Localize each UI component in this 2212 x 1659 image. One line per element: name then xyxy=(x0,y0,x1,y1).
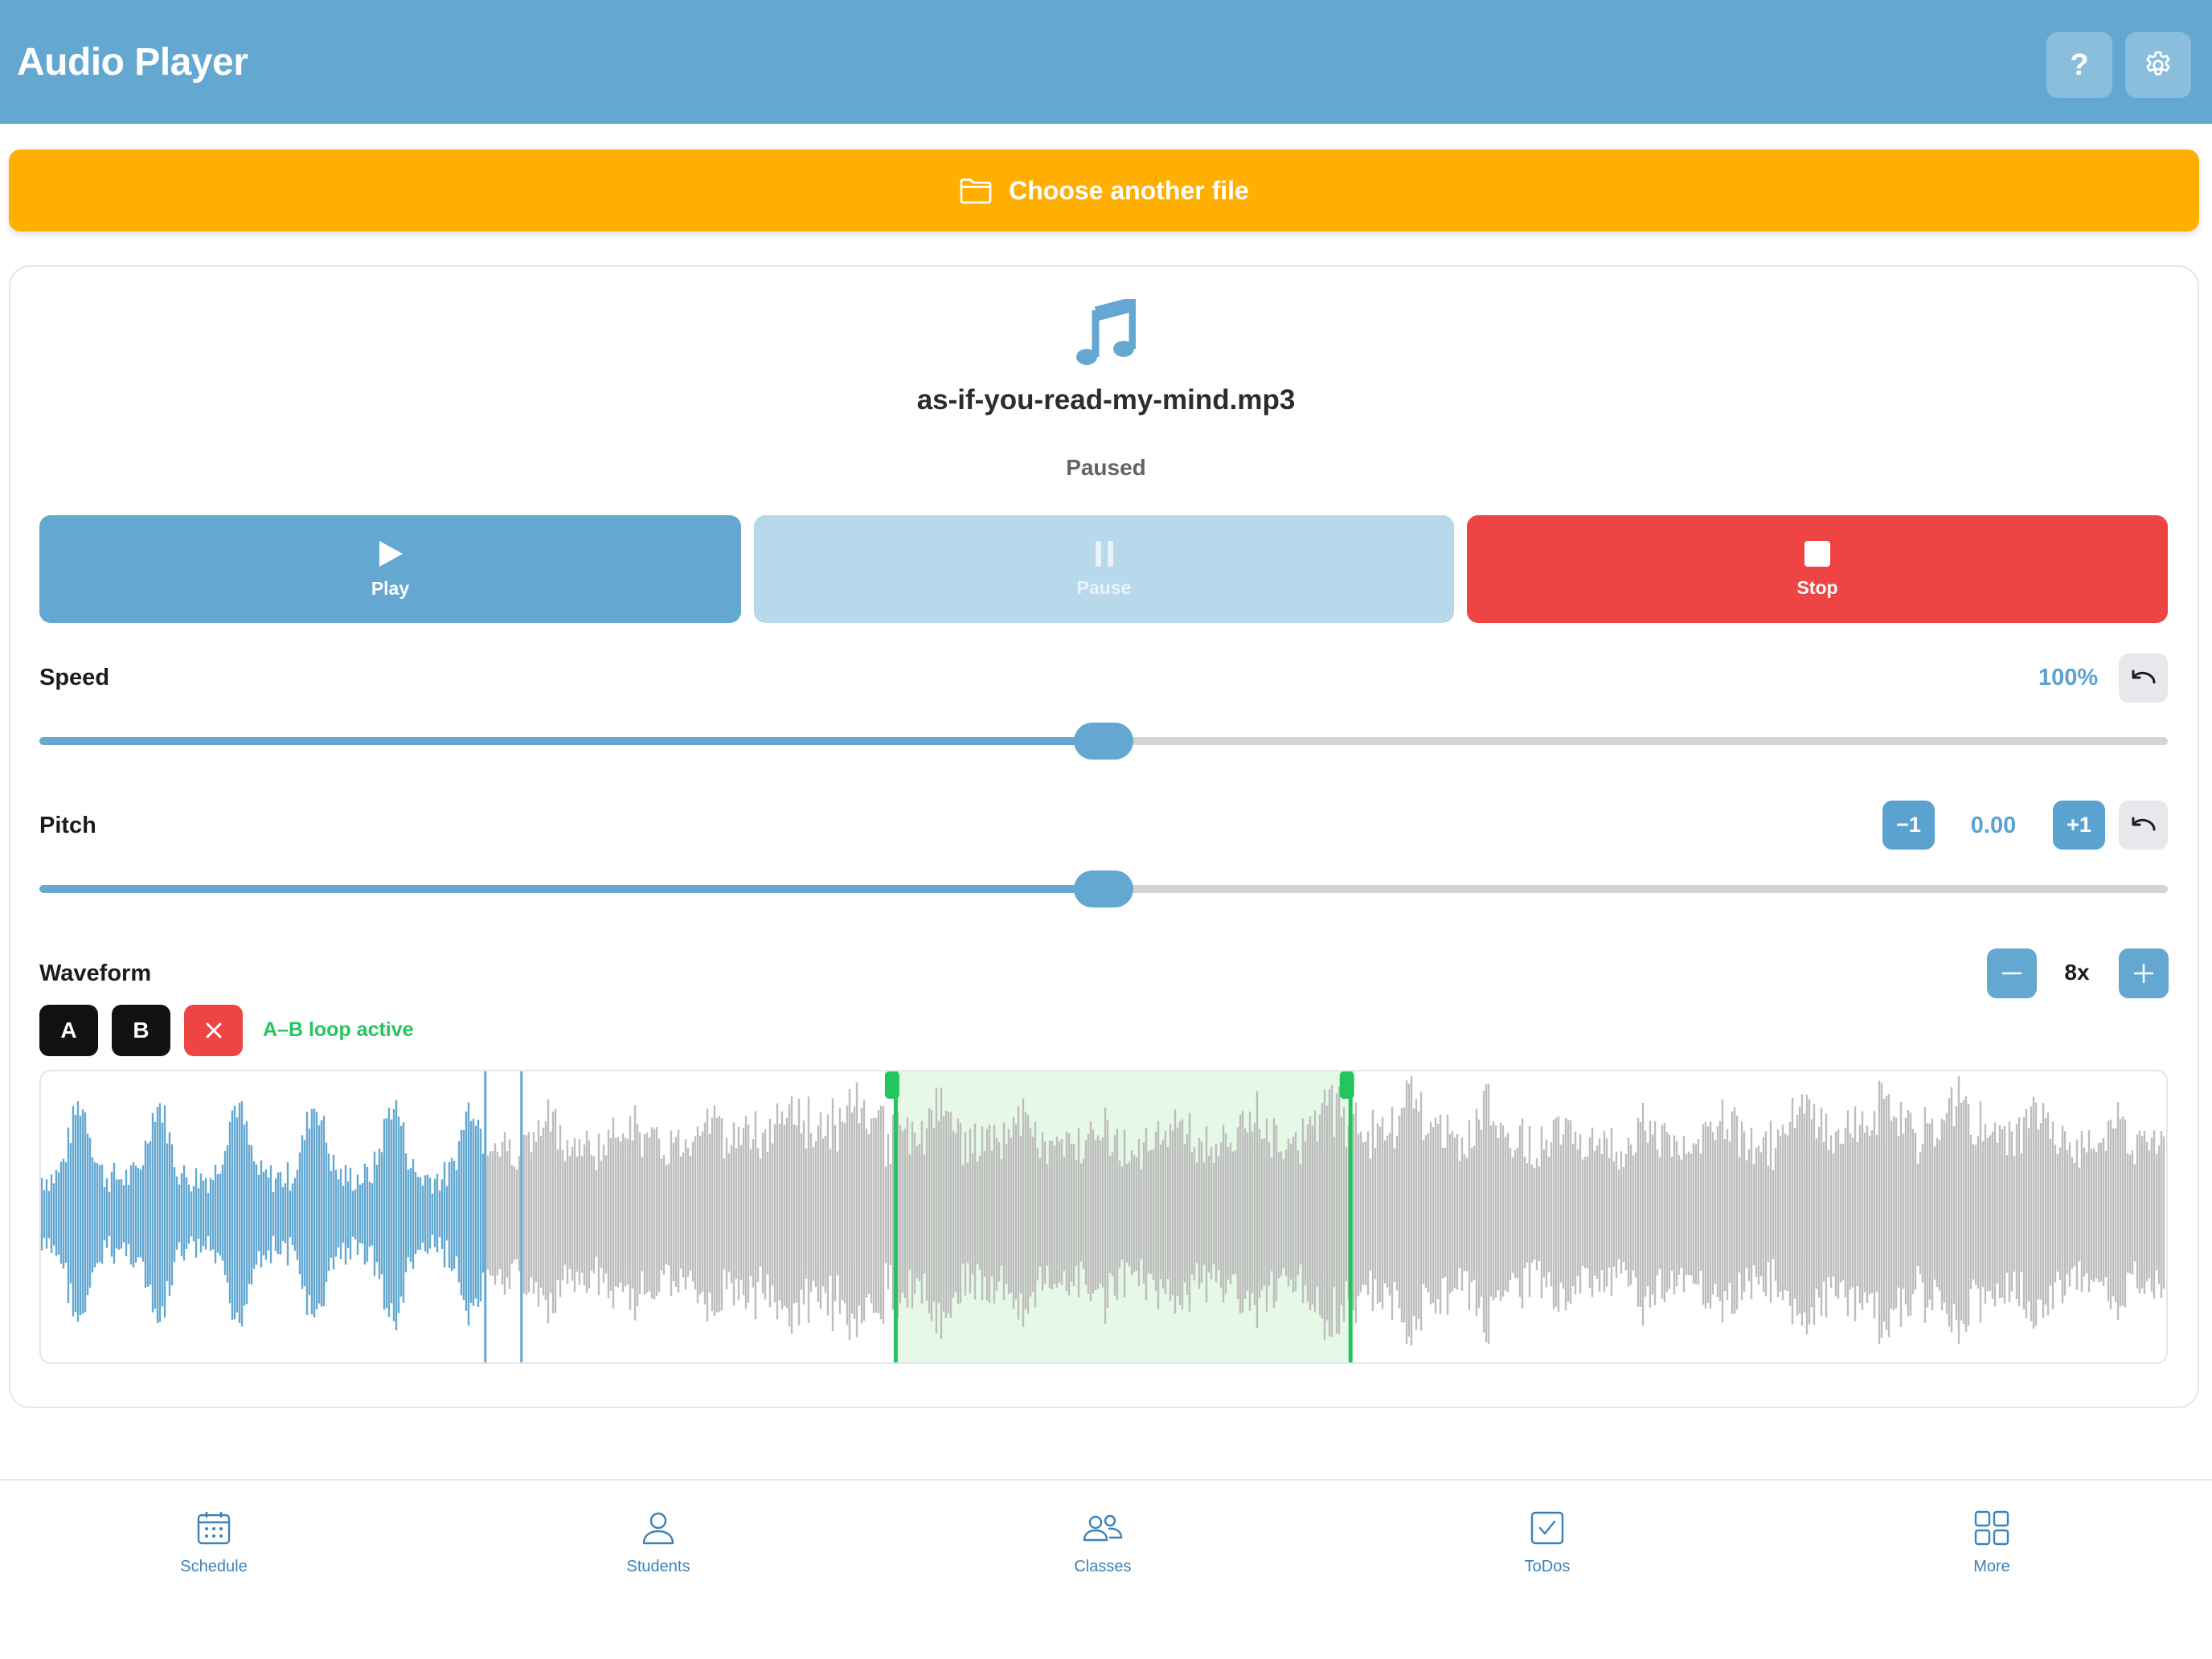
app-header: Audio Player ? xyxy=(0,0,2212,124)
zoom-level: 8x xyxy=(2064,960,2090,985)
waveform-graphic xyxy=(41,1071,2165,1362)
close-icon xyxy=(206,1022,221,1038)
pitch-down-label: −1 xyxy=(1896,813,1921,837)
set-loop-a-button[interactable]: A xyxy=(39,1005,98,1056)
loop-marker-b xyxy=(1348,1071,1353,1362)
pause-button[interactable]: Pause xyxy=(754,515,1454,623)
set-loop-b-button[interactable]: B xyxy=(112,1005,170,1056)
speed-value: 100% xyxy=(2038,665,2099,690)
speed-reset-button[interactable] xyxy=(2119,653,2168,703)
tab-todos[interactable]: ToDos xyxy=(1427,1509,1668,1576)
tab-todos-label: ToDos xyxy=(1524,1558,1571,1575)
loop-marker-a-handle xyxy=(884,1071,899,1099)
pitch-slider-fill xyxy=(39,885,1104,893)
playback-status: Paused xyxy=(1066,455,1146,480)
undo-icon xyxy=(2132,670,2155,683)
pause-label: Pause xyxy=(1076,576,1132,598)
pitch-up-button[interactable]: +1 xyxy=(2053,801,2105,850)
help-button-label: ? xyxy=(2070,47,2089,82)
waveform-played xyxy=(41,1100,487,1331)
loop-status: A–B loop active xyxy=(263,1018,414,1041)
playhead-line xyxy=(520,1071,523,1362)
stop-button[interactable]: Stop xyxy=(1467,515,2168,623)
loop-marker-b-handle xyxy=(1339,1071,1354,1099)
minus-icon xyxy=(2001,972,2022,975)
tab-students-label: Students xyxy=(626,1558,690,1575)
stop-icon xyxy=(1804,540,1830,567)
folder-icon xyxy=(960,178,992,204)
tab-classes-label: Classes xyxy=(1074,1558,1132,1575)
app-title: Audio Player xyxy=(17,41,248,84)
pitch-label: Pitch xyxy=(39,813,96,838)
people-icon xyxy=(1083,1514,1123,1542)
pause-icon xyxy=(1095,540,1113,567)
tab-classes[interactable]: Classes xyxy=(982,1509,1223,1576)
checkbox-icon xyxy=(1530,1511,1564,1545)
plus-icon xyxy=(2133,963,2154,984)
grid-icon xyxy=(1974,1510,2009,1546)
speed-slider-thumb[interactable] xyxy=(1074,723,1133,760)
loop-marker-a xyxy=(893,1071,898,1362)
pitch-up-label: +1 xyxy=(2067,813,2091,837)
undo-icon xyxy=(2132,817,2155,830)
play-label: Play xyxy=(371,577,410,599)
play-icon xyxy=(379,540,403,567)
waveform-view[interactable] xyxy=(39,1070,2168,1364)
waveform-label: Waveform xyxy=(39,961,152,986)
gear-icon xyxy=(2146,51,2170,76)
choose-file-label: Choose another file xyxy=(1009,175,1249,205)
loop-b-label: B xyxy=(133,1018,150,1043)
file-name: as-if-you-read-my-mind.mp3 xyxy=(916,384,1296,416)
choose-file-button[interactable]: Choose another file xyxy=(9,150,2199,231)
pitch-reset-button[interactable] xyxy=(2119,801,2168,850)
pitch-down-button[interactable]: −1 xyxy=(1882,801,1935,850)
tab-schedule[interactable]: Schedule xyxy=(93,1509,334,1576)
settings-button[interactable] xyxy=(2125,32,2191,98)
tab-students[interactable]: Students xyxy=(538,1509,779,1576)
person-icon xyxy=(642,1512,674,1545)
tab-more[interactable]: More xyxy=(1871,1509,2112,1576)
tab-more-label: More xyxy=(1973,1558,2010,1575)
stop-label: Stop xyxy=(1796,576,1838,598)
play-button[interactable]: Play xyxy=(39,515,741,623)
zoom-out-button[interactable] xyxy=(1987,948,2037,998)
speed-label: Speed xyxy=(39,665,110,690)
music-note-icon xyxy=(1076,299,1136,365)
pitch-slider-thumb[interactable] xyxy=(1074,870,1133,907)
playhead-line xyxy=(484,1071,487,1362)
loop-a-label: A xyxy=(60,1018,77,1043)
clear-loop-button[interactable] xyxy=(184,1005,243,1056)
pitch-slider[interactable] xyxy=(39,870,2168,907)
calendar-icon xyxy=(197,1512,231,1545)
pitch-value: 0.00 xyxy=(1970,813,2017,838)
zoom-in-button[interactable] xyxy=(2119,948,2169,998)
speed-slider-fill xyxy=(39,737,1104,745)
speed-slider[interactable] xyxy=(39,723,2168,760)
help-button[interactable]: ? xyxy=(2046,32,2112,98)
tab-schedule-label: Schedule xyxy=(180,1558,248,1575)
